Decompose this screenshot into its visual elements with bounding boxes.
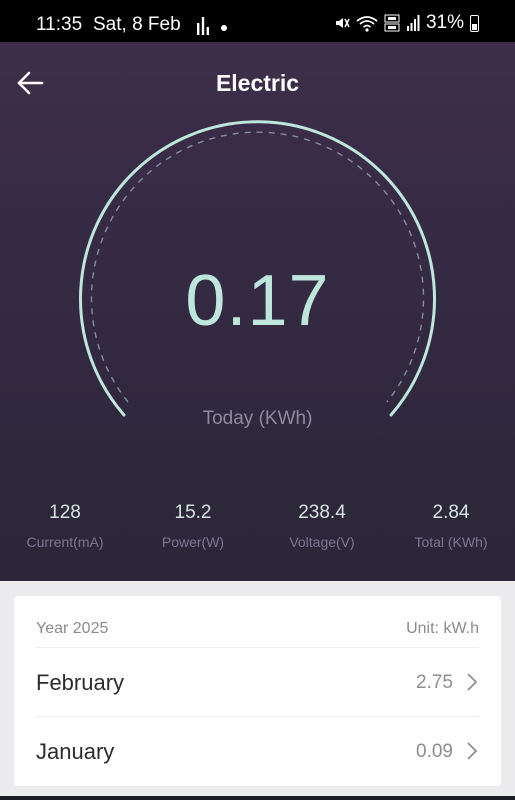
today-energy-label: Today (KWh) bbox=[202, 408, 313, 429]
status-icons: 31% bbox=[334, 12, 479, 34]
stat-power: 15.2 Power(W) bbox=[129, 502, 257, 550]
status-date: Sat, 8 Feb bbox=[93, 14, 181, 35]
stat-label: Current(mA) bbox=[26, 534, 104, 550]
stat-total: 2.84 Total (KWh) bbox=[387, 502, 515, 550]
stat-value: 2.84 bbox=[432, 502, 470, 523]
today-energy-value: 0.17 bbox=[185, 261, 330, 341]
history-header: Year 2025 Unit: kW.h bbox=[36, 620, 479, 640]
month-name: January bbox=[36, 739, 115, 764]
stat-label: Total (KWh) bbox=[414, 534, 488, 550]
wifi-6e-icon bbox=[356, 16, 378, 32]
stat-value: 238.4 bbox=[298, 502, 346, 523]
page-title: Electric bbox=[215, 70, 300, 96]
stat-value: 128 bbox=[49, 502, 81, 523]
unit-label: Unit: kW.h bbox=[406, 620, 479, 637]
month-value: 2.75 bbox=[416, 672, 453, 693]
month-value: 0.09 bbox=[416, 741, 453, 762]
status-bar: 11:35 Sat, 8 Feb 31% bbox=[0, 0, 515, 42]
stat-label: Power(W) bbox=[161, 534, 225, 550]
stat-value: 15.2 bbox=[174, 502, 212, 523]
bottom-divider bbox=[0, 796, 515, 800]
year-label: Year 2025 bbox=[36, 620, 109, 637]
volte-icon bbox=[384, 14, 400, 32]
status-time: 11:35 bbox=[36, 14, 83, 35]
mute-icon bbox=[335, 18, 350, 28]
bar-chart-icon bbox=[197, 17, 209, 35]
stat-label: Voltage(V) bbox=[289, 534, 355, 550]
battery-icon bbox=[470, 14, 479, 32]
energy-hero: Electric 0.17 Today (KWh) 128 Current(mA… bbox=[0, 42, 515, 581]
month-name: February bbox=[36, 670, 125, 695]
chevron-right-icon bbox=[467, 742, 478, 760]
battery-percent: 31% bbox=[425, 12, 464, 33]
stat-current: 128 Current(mA) bbox=[1, 502, 129, 550]
chevron-right-icon bbox=[467, 673, 478, 691]
month-row-january[interactable]: January 0.09 bbox=[36, 716, 479, 785]
dot-icon bbox=[221, 25, 227, 31]
stat-voltage: 238.4 Voltage(V) bbox=[258, 502, 386, 550]
signal-icon bbox=[406, 15, 420, 31]
month-row-february[interactable]: February 2.75 bbox=[36, 647, 479, 716]
monthly-history-card: Year 2025 Unit: kW.h February 2.75 Janua… bbox=[14, 596, 501, 786]
